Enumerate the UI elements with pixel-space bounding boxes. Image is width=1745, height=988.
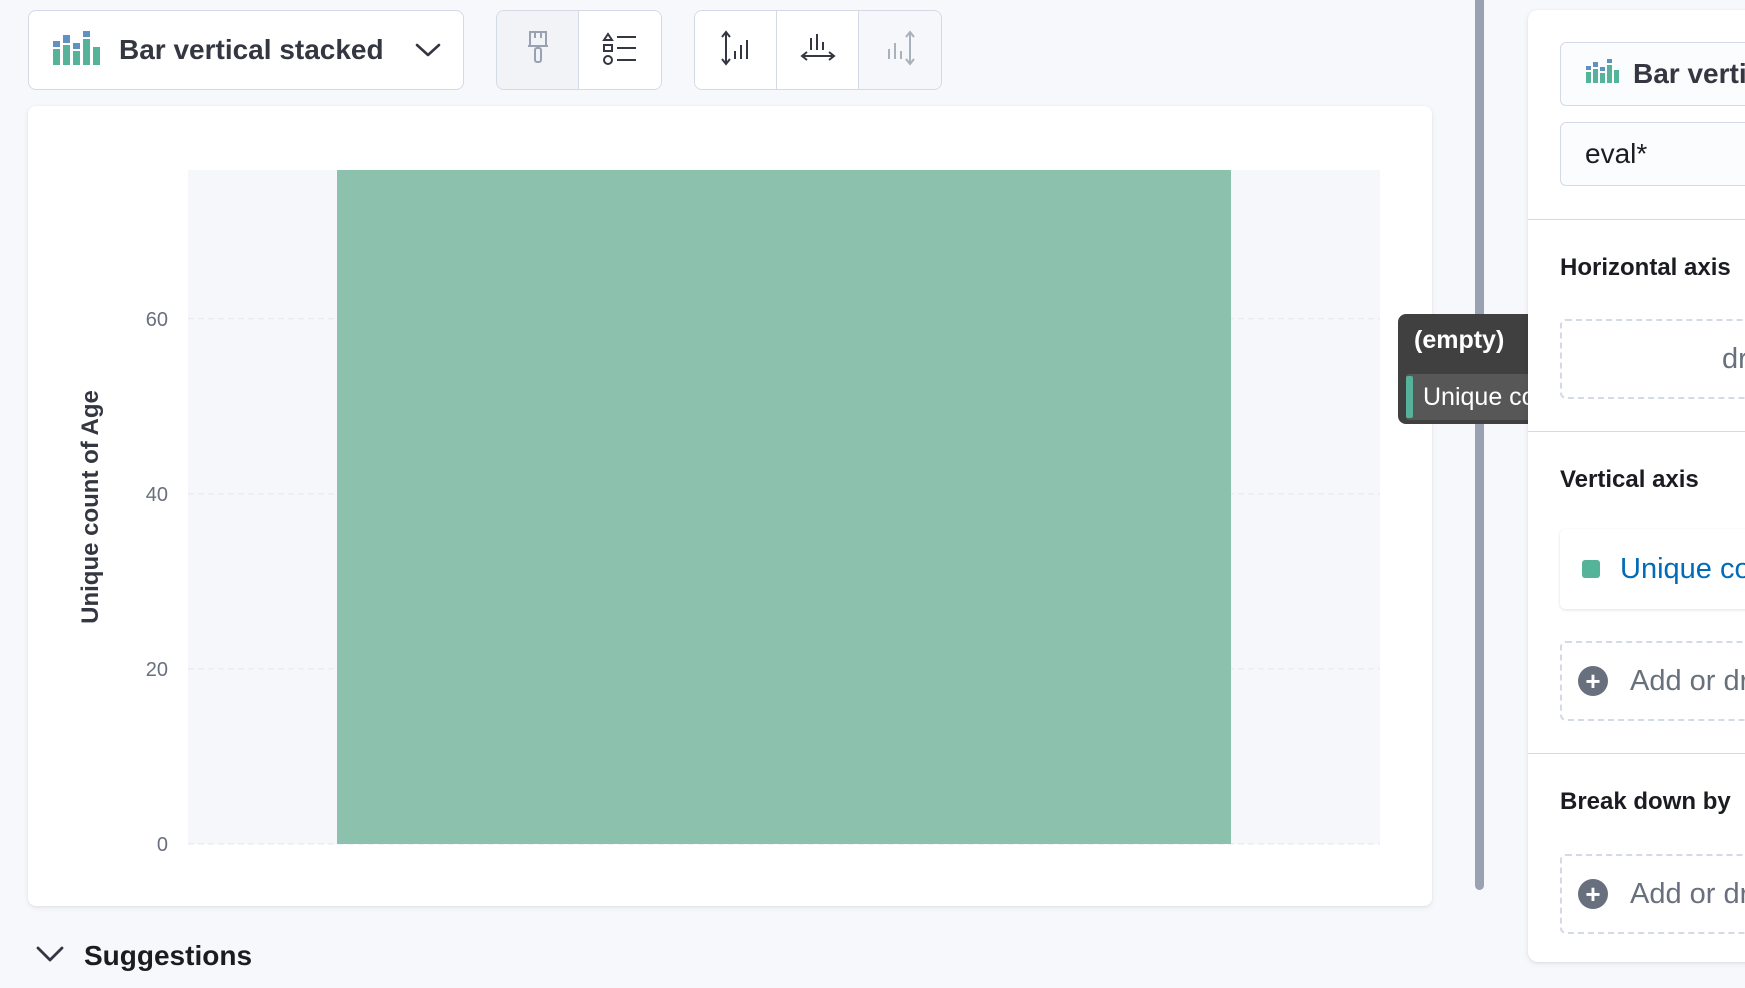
series-color-swatch <box>1582 560 1600 578</box>
layer-data-view-label: eval* <box>1585 138 1648 169</box>
bar-stacked-icon <box>1585 58 1619 91</box>
divider <box>1528 753 1745 754</box>
breakdown-add-field[interactable]: + Add or dr <box>1560 854 1745 934</box>
toolbar-group-style <box>496 10 662 90</box>
layer-chart-type-label: Bar verti <box>1633 58 1745 89</box>
tooltip-series-swatch <box>1406 376 1413 418</box>
config-panel: Bar verti eval* Horizontal axis dr Verti… <box>1528 10 1745 962</box>
visual-options-button[interactable] <box>497 11 579 89</box>
horizontal-axis-drop-zone[interactable]: dr <box>1560 319 1745 399</box>
legend-button[interactable] <box>579 11 661 89</box>
breakdown-add-label: Add or dr <box>1630 877 1745 910</box>
plus-circle-icon: + <box>1578 666 1608 696</box>
horizontal-axis-drop-text: dr <box>1722 342 1745 375</box>
y-tick-label: 0 <box>157 834 168 856</box>
chart-type-dropdown[interactable]: Bar vertical stacked <box>28 10 464 90</box>
suggestions-toggle[interactable]: Suggestions <box>36 940 252 972</box>
horizontal-axis-title: Horizontal axis <box>1560 254 1731 281</box>
suggestions-title: Suggestions <box>84 940 253 971</box>
y-axis-label: Unique count of Age <box>77 390 104 624</box>
left-axis-icon <box>718 29 754 72</box>
y-tick-label: 40 <box>146 484 168 506</box>
vertical-axis-add-label: Add or dr <box>1630 664 1745 697</box>
left-axis-button[interactable] <box>695 11 777 89</box>
layer-chart-type-select[interactable]: Bar verti <box>1560 42 1745 106</box>
vertical-axis-add-field[interactable]: + Add or dr <box>1560 641 1745 721</box>
chart-panel: 0 20 40 60 Unique count of Age <box>28 106 1432 906</box>
bottom-axis-icon <box>799 30 837 71</box>
chevron-down-icon <box>36 945 64 968</box>
toolbar-group-axes <box>694 10 942 90</box>
bar[interactable] <box>337 170 1231 844</box>
y-tick-label: 20 <box>146 659 168 681</box>
divider <box>1528 219 1745 220</box>
vertical-axis-dimension[interactable]: Unique co <box>1560 529 1745 609</box>
chevron-down-icon <box>415 42 441 58</box>
right-axis-button[interactable] <box>859 11 941 89</box>
chart-type-label: Bar vertical stacked <box>119 34 384 65</box>
panel-resize-handle[interactable] <box>1475 0 1484 890</box>
breakdown-title: Break down by <box>1560 788 1731 815</box>
layer-data-view-select[interactable]: eval* <box>1560 122 1745 186</box>
legend-icon <box>602 30 638 71</box>
vertical-axis-dimension-label: Unique co <box>1620 552 1745 585</box>
divider <box>1528 431 1745 432</box>
plus-circle-icon: + <box>1578 879 1608 909</box>
y-tick-label: 60 <box>146 309 168 331</box>
paintbrush-icon <box>523 30 553 71</box>
bar-stacked-icon <box>51 29 101 72</box>
vertical-axis-title: Vertical axis <box>1560 466 1699 493</box>
right-axis-icon <box>882 29 918 72</box>
chart-canvas[interactable]: 0 20 40 60 Unique count of Age <box>28 106 1432 906</box>
bottom-axis-button[interactable] <box>777 11 859 89</box>
